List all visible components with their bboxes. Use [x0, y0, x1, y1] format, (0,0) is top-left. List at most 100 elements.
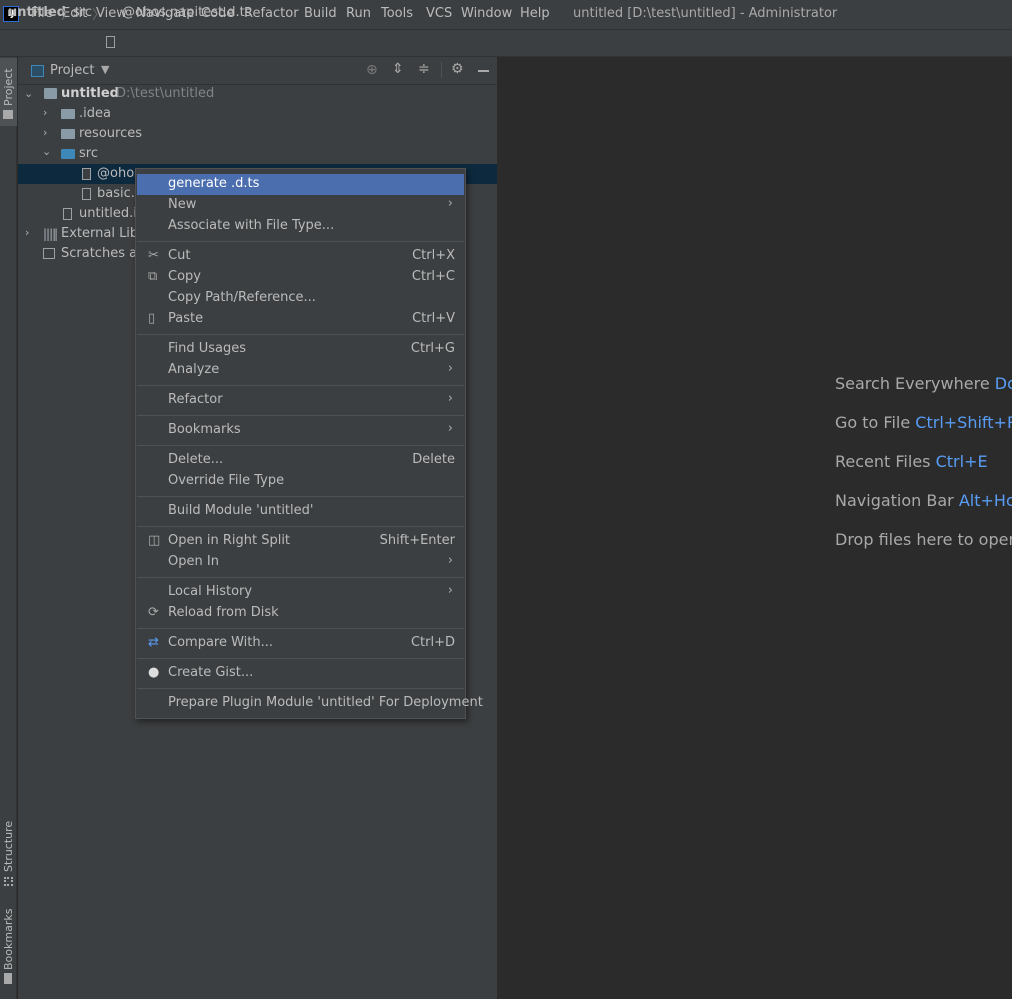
menu-shortcut: Ctrl+G [410, 341, 455, 356]
menu-shortcut: Ctrl+V [412, 311, 455, 326]
menu-shortcut: Ctrl+X [412, 248, 455, 263]
menu-label: Copy Path/Reference... [168, 290, 316, 305]
hint-label: Search Everywhere [835, 374, 990, 393]
menu-label: Find Usages [168, 341, 247, 356]
menu-label: Paste [168, 311, 204, 326]
collapse-all-icon[interactable]: ≑ [418, 61, 430, 77]
context-menu: generate .d.ts New › Associate with File… [135, 168, 483, 719]
chevron-down-icon[interactable]: ⌄ [42, 145, 51, 158]
hint-shortcut: Ctrl+E [935, 452, 988, 471]
menu-separator [137, 241, 464, 242]
split-icon: ◫ [148, 533, 161, 548]
menu-window[interactable]: Window [461, 6, 512, 21]
hint-label: Go to File [835, 413, 911, 432]
menu-item-open-in[interactable]: Open In › [137, 552, 464, 573]
menu-item-local-history[interactable]: Local History › [137, 582, 464, 603]
menu-separator [137, 628, 464, 629]
bookmarks-tool-tab[interactable]: Bookmarks [2, 909, 15, 970]
menu-build[interactable]: Build [304, 6, 337, 21]
breadcrumb-project[interactable]: untitled [8, 5, 66, 20]
menu-tools[interactable]: Tools [381, 6, 413, 21]
tree-item-root[interactable]: ⌄ untitled D:\test\untitled [18, 84, 497, 104]
chevron-right-icon[interactable]: › [43, 106, 47, 119]
menu-separator [137, 415, 464, 416]
hint-go-to-file: Go to File Ctrl+Shift+R [835, 413, 1012, 432]
menu-item-copy-path[interactable]: Copy Path/Reference... [137, 288, 464, 309]
hint-search-everywhere: Search Everywhere Dou [835, 374, 1012, 393]
gear-icon[interactable]: ⚙ [451, 61, 464, 77]
menu-label: Refactor [168, 392, 223, 407]
tree-src-label: src [79, 146, 98, 161]
menu-item-bookmarks[interactable]: Bookmarks › [137, 420, 464, 441]
window-title: untitled [D:\test\untitled] - Administra… [573, 6, 838, 21]
structure-tool-tab[interactable]: Structure [2, 821, 15, 872]
menu-item-create-gist[interactable]: ● Create Gist... [137, 663, 464, 684]
locate-icon[interactable]: ⊕ [366, 62, 378, 78]
hint-drop-files: Drop files here to open [835, 530, 1012, 549]
panel-title[interactable]: Project [50, 63, 94, 78]
menu-item-override-file-type[interactable]: Override File Type [137, 471, 464, 492]
menu-item-refactor[interactable]: Refactor › [137, 390, 464, 411]
menu-run[interactable]: Run [346, 6, 371, 21]
project-tool-tab-label: Project [2, 68, 15, 106]
menu-item-open-right-split[interactable]: ◫ Open in Right Split Shift+Enter [137, 531, 464, 552]
menu-label: Associate with File Type... [168, 218, 335, 233]
chevron-right-icon[interactable]: › [25, 226, 29, 239]
menu-item-reload[interactable]: ⟳ Reload from Disk [137, 603, 464, 624]
menu-item-paste[interactable]: ▯ Paste Ctrl+V [137, 309, 464, 330]
menu-label: Build Module 'untitled' [168, 503, 314, 518]
hide-panel-icon[interactable] [478, 70, 489, 72]
menu-separator [137, 385, 464, 386]
menu-item-cut[interactable]: ✂ Cut Ctrl+X [137, 246, 464, 267]
menu-item-find-usages[interactable]: Find Usages Ctrl+G [137, 339, 464, 360]
menu-item-generate-dts[interactable]: generate .d.ts [137, 174, 464, 195]
reload-icon: ⟳ [148, 605, 159, 620]
file-icon [106, 36, 115, 48]
menu-separator [137, 577, 464, 578]
hint-label: Drop files here to open [835, 530, 1012, 549]
tree-item-src[interactable]: ⌄ src [18, 144, 497, 164]
menu-separator [137, 526, 464, 527]
menu-label: Bookmarks [168, 422, 241, 437]
menu-refactor[interactable]: Refactor [244, 6, 299, 21]
expand-all-icon[interactable]: ⇕ [392, 61, 404, 77]
copy-icon: ⧉ [148, 269, 158, 284]
scratches-icon [43, 248, 55, 259]
chevron-right-icon[interactable]: › [43, 126, 47, 139]
menu-item-analyze[interactable]: Analyze › [137, 360, 464, 381]
menu-item-associate[interactable]: Associate with File Type... [137, 216, 464, 237]
chevron-down-icon[interactable]: ⌄ [24, 87, 33, 100]
menu-item-compare-with[interactable]: ⇄ Compare With... Ctrl+D [137, 633, 464, 654]
chevron-down-icon[interactable]: ▼ [101, 63, 109, 76]
menu-item-delete[interactable]: Delete... Delete [137, 450, 464, 471]
header-divider [441, 62, 442, 78]
iml-file-icon [63, 208, 72, 220]
menu-item-new[interactable]: New › [137, 195, 464, 216]
library-icon: |||‖ [43, 227, 58, 241]
breadcrumb-src[interactable]: src [73, 5, 92, 20]
chevron-right-icon: › [447, 583, 453, 598]
chevron-right-icon: › [447, 553, 453, 568]
folder-icon [61, 109, 75, 119]
source-folder-icon [61, 149, 75, 159]
menu-item-prepare-plugin[interactable]: Prepare Plugin Module 'untitled' For Dep… [137, 693, 483, 714]
tree-item-resources[interactable]: › resources [18, 124, 497, 144]
hint-navigation-bar: Navigation Bar Alt+Ho [835, 491, 1012, 510]
breadcrumb [0, 29, 1012, 57]
menu-item-copy[interactable]: ⧉ Copy Ctrl+C [137, 267, 464, 288]
panel-divider[interactable] [497, 57, 498, 999]
menu-help[interactable]: Help [520, 6, 550, 21]
menu-label: Compare With... [168, 635, 274, 650]
hint-label: Navigation Bar [835, 491, 954, 510]
menu-separator [137, 688, 464, 689]
tree-item-idea[interactable]: › .idea [18, 104, 497, 124]
breadcrumb-file[interactable]: @ohos.napitest.d.ts [122, 5, 251, 20]
menu-separator [137, 496, 464, 497]
hint-shortcut: Dou [994, 374, 1012, 393]
tree-idea-label: .idea [79, 106, 111, 121]
hint-label: Recent Files [835, 452, 931, 471]
menu-shortcut: Ctrl+C [411, 269, 455, 284]
menu-vcs[interactable]: VCS [426, 6, 452, 21]
menu-item-build-module[interactable]: Build Module 'untitled' [137, 501, 464, 522]
menu-label: Local History [168, 584, 253, 599]
